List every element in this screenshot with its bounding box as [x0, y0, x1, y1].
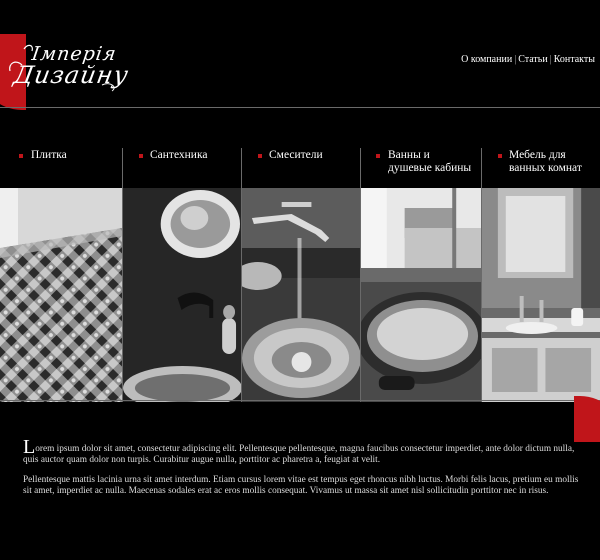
category-title: Ванны и душевые кабины [388, 149, 472, 174]
category-label: Сантехника [123, 148, 241, 188]
content-text: Lorem ipsum dolor sit amet, consectetur … [23, 437, 585, 497]
category-baths[interactable]: Ванны и душевые кабины [360, 148, 481, 402]
nav-separator: | [549, 54, 552, 65]
bullet-icon [498, 154, 502, 158]
sanitary-washbasin-photo [123, 188, 241, 402]
category-sanitary[interactable]: Сантехника [122, 148, 241, 402]
category-title: Мебель для ванных комнат [509, 149, 582, 174]
header: Імперія Дизайну О компании | Статьи | Контак… [0, 0, 600, 110]
category-faucets[interactable]: Смесители [241, 148, 360, 402]
nav-separator: | [514, 54, 517, 65]
top-nav: О компании | Статьи | Контакты [461, 54, 595, 65]
category-label: Ванны и душевые кабины [361, 148, 481, 188]
page: Імперія Дизайну О компании | Статьи | Контак… [0, 0, 600, 560]
nav-link-about[interactable]: О компании [461, 54, 512, 65]
header-divider [0, 107, 600, 108]
faucet-basin-photo [242, 188, 360, 402]
category-tile[interactable]: Плитка [0, 148, 122, 402]
category-label: Мебель для ванных комнат [482, 148, 600, 188]
bullet-icon [376, 154, 380, 158]
category-strip: Плитка Сантехника Смесители Ванны и душе… [0, 148, 600, 402]
second-paragraph: Pellentesque mattis lacinia urna sit ame… [23, 475, 579, 496]
category-label: Смесители [242, 148, 360, 188]
nav-link-contacts[interactable]: Контакты [554, 54, 595, 65]
tile-floor-photo [0, 188, 122, 402]
intro-paragraph: Lorem ipsum dolor sit amet, consectetur … [23, 437, 585, 466]
site-logo[interactable]: Імперія Дизайну [6, 41, 131, 99]
bathroom-furniture-photo [482, 188, 600, 402]
category-title: Плитка [31, 149, 67, 161]
logo-text-line2: Дизайну [11, 61, 132, 89]
bullet-icon [19, 154, 23, 158]
category-title: Смесители [269, 149, 323, 161]
category-furniture[interactable]: Мебель для ванных комнат [481, 148, 600, 402]
nav-link-articles[interactable]: Статьи [518, 54, 548, 65]
category-title: Сантехника [150, 149, 208, 161]
bathtub-photo [361, 188, 481, 402]
category-label: Плитка [0, 148, 122, 188]
intro-paragraph-text: orem ipsum dolor sit amet, consectetur a… [23, 444, 575, 465]
red-corner-decoration [574, 396, 600, 442]
bullet-icon [258, 154, 262, 158]
category-bottom-divider [0, 400, 600, 401]
bullet-icon [139, 154, 143, 158]
